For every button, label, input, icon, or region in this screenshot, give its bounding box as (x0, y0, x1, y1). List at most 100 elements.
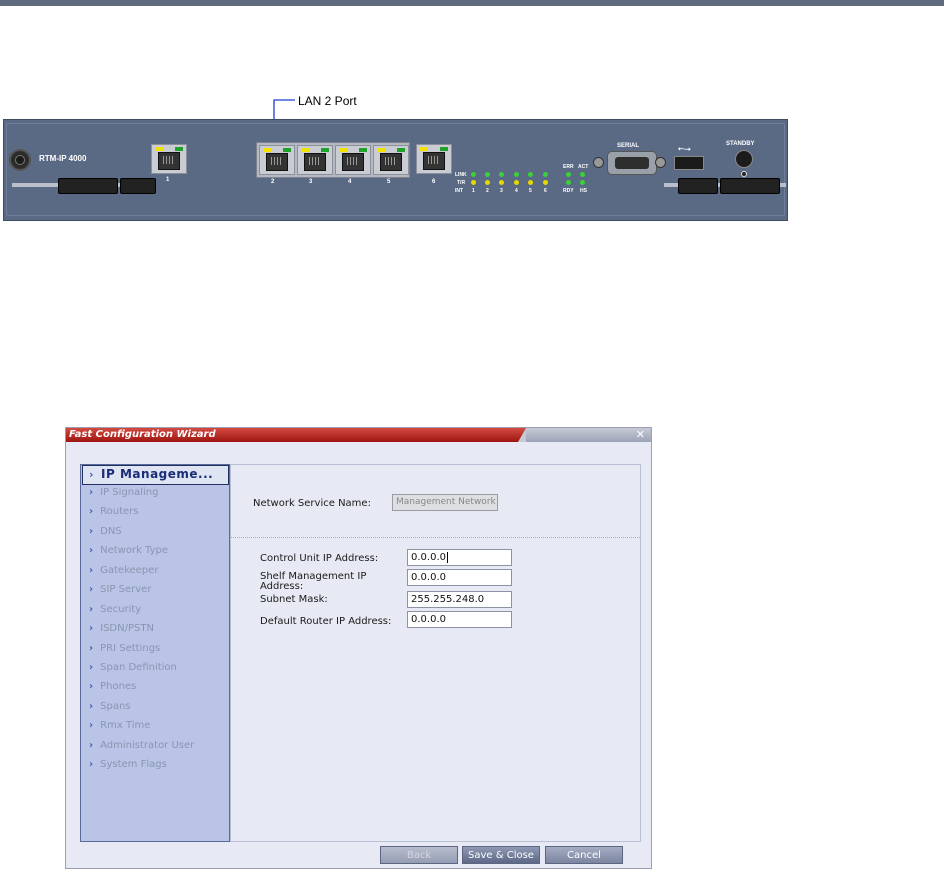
lan-port-2[interactable] (259, 145, 295, 175)
standby-led (741, 171, 747, 177)
dialog-title: Fast Configuration Wizard (69, 429, 216, 440)
led-number: 4 (515, 188, 518, 194)
control-unit-ip-label: Control Unit IP Address: (260, 553, 379, 564)
port-label: 3 (309, 179, 313, 185)
screw-icon (9, 149, 31, 171)
standby-button[interactable] (735, 150, 753, 168)
fast-configuration-wizard-dialog: Fast Configuration Wizard ✕ › IP Manageme… (65, 427, 652, 869)
left-ejector-handle[interactable] (58, 178, 118, 194)
model-label: RTM-IP 4000 (39, 154, 87, 163)
chevron-right-icon: › (89, 468, 95, 481)
control-unit-ip-field[interactable]: 0.0.0.0 (407, 549, 512, 566)
nav-item-sip-server[interactable]: › SIP Server (89, 584, 229, 603)
nav-item-isdn-pstn[interactable]: › ISDN/PSTN (89, 623, 229, 642)
title-bar-tail (518, 428, 651, 442)
nav-item-administrator-user[interactable]: › Administrator User (89, 740, 229, 759)
chevron-right-icon: › (89, 662, 94, 673)
chevron-right-icon: › (89, 720, 94, 731)
nav-item-rmx-time[interactable]: › Rmx Time (89, 720, 229, 739)
nav-item-routers[interactable]: › Routers (89, 506, 229, 525)
nav-item-phones[interactable]: › Phones (89, 681, 229, 700)
chevron-right-icon: › (89, 643, 94, 654)
led-number: 5 (529, 188, 532, 194)
hs-led (580, 180, 585, 185)
serial-screw-right (655, 157, 666, 168)
chevron-right-icon: › (89, 604, 94, 615)
chevron-right-icon: › (89, 759, 94, 770)
usb-icon: ⭠⭢ (678, 144, 691, 153)
back-button[interactable]: Back (380, 846, 458, 864)
chevron-right-icon: › (89, 487, 94, 498)
nav-item-security[interactable]: › Security (89, 604, 229, 623)
chevron-right-icon: › (89, 623, 94, 634)
port-label: 1 (166, 177, 170, 183)
left-ejector-tab[interactable] (120, 178, 156, 194)
network-service-name-field: Management Network (392, 494, 498, 511)
default-router-ip-label: Default Router IP Address: (260, 616, 392, 627)
network-service-name-label: Network Service Name: (253, 498, 371, 509)
standby-label: STANDBY (726, 141, 755, 147)
chevron-right-icon: › (89, 506, 94, 517)
port-label: 5 (387, 179, 391, 185)
nav-item-spans[interactable]: › Spans (89, 701, 229, 720)
subnet-mask-field[interactable]: 255.255.248.0 (407, 591, 512, 608)
lan-port-3[interactable] (297, 145, 333, 175)
lan2-port-callout-label: LAN 2 Port (298, 94, 357, 108)
port-label: 2 (271, 179, 275, 185)
chevron-right-icon: › (89, 584, 94, 595)
lan-port-5[interactable] (373, 145, 409, 175)
text-cursor (447, 552, 448, 563)
close-icon[interactable]: ✕ (636, 428, 645, 442)
nav-item-ip-management[interactable]: › IP Manageme... (89, 467, 229, 486)
chevron-right-icon: › (89, 681, 94, 692)
port-label: 6 (432, 179, 436, 185)
serial-label: SERIAL (617, 143, 640, 149)
lan-port-4[interactable] (335, 145, 371, 175)
cancel-button[interactable]: Cancel (545, 846, 623, 864)
led-row-label-tr: T/R (457, 180, 466, 186)
chevron-right-icon: › (89, 740, 94, 751)
right-ejector-tab[interactable] (678, 178, 718, 194)
led-row-label-link: LINK (455, 172, 467, 178)
right-ejector-handle[interactable] (720, 178, 780, 194)
led-number: 1 (472, 188, 475, 194)
nav-item-gatekeeper[interactable]: › Gatekeeper (89, 565, 229, 584)
chevron-right-icon: › (89, 526, 94, 537)
shelf-management-ip-field[interactable]: 0.0.0.0 (407, 569, 512, 586)
usb-port[interactable] (674, 156, 704, 170)
status-label-hs: HS (580, 188, 587, 194)
lan-port-6[interactable] (416, 144, 452, 174)
wizard-nav-pane: › IP Manageme... › IP Signaling › Routers ›… (80, 464, 230, 842)
port-group-2-5 (256, 142, 410, 178)
chevron-right-icon: › (89, 565, 94, 576)
nav-item-network-type[interactable]: › Network Type (89, 545, 229, 564)
nav-item-span-definition[interactable]: › Span Definition (89, 662, 229, 681)
status-label-act: ACT (578, 164, 589, 170)
section-divider (231, 537, 640, 538)
port-label: 4 (348, 179, 352, 185)
dialog-title-bar[interactable]: Fast Configuration Wizard ✕ (66, 428, 651, 442)
save-close-button[interactable]: Save & Close (462, 846, 540, 864)
chevron-right-icon: › (89, 701, 94, 712)
chevron-right-icon: › (89, 545, 94, 556)
shelf-management-ip-label-line2: Address: (260, 581, 304, 592)
status-label-err: ERR (563, 164, 574, 170)
lan-port-1[interactable] (151, 144, 187, 174)
led-number: 6 (544, 188, 547, 194)
act-led (580, 172, 585, 177)
err-led (566, 172, 571, 177)
led-number: 2 (486, 188, 489, 194)
serial-port[interactable] (607, 151, 657, 175)
rdy-led (566, 180, 571, 185)
status-label-rdy: RDY (563, 188, 574, 194)
led-row-label-int: INT (455, 188, 464, 194)
nav-item-system-flags[interactable]: › System Flags (89, 759, 229, 778)
nav-item-dns[interactable]: › DNS (89, 526, 229, 545)
nav-item-ip-signaling[interactable]: › IP Signaling (89, 487, 229, 506)
serial-screw-left (593, 157, 604, 168)
wizard-main-pane: Network Service Name: Management Network… (230, 464, 641, 842)
nav-item-pri-settings[interactable]: › PRI Settings (89, 643, 229, 662)
led-number: 3 (500, 188, 503, 194)
rtm-ip-panel: RTM-IP 4000 1 2 3 4 5 6 LINK T/R INT 1 2… (3, 119, 788, 221)
default-router-ip-field[interactable]: 0.0.0.0 (407, 611, 512, 628)
